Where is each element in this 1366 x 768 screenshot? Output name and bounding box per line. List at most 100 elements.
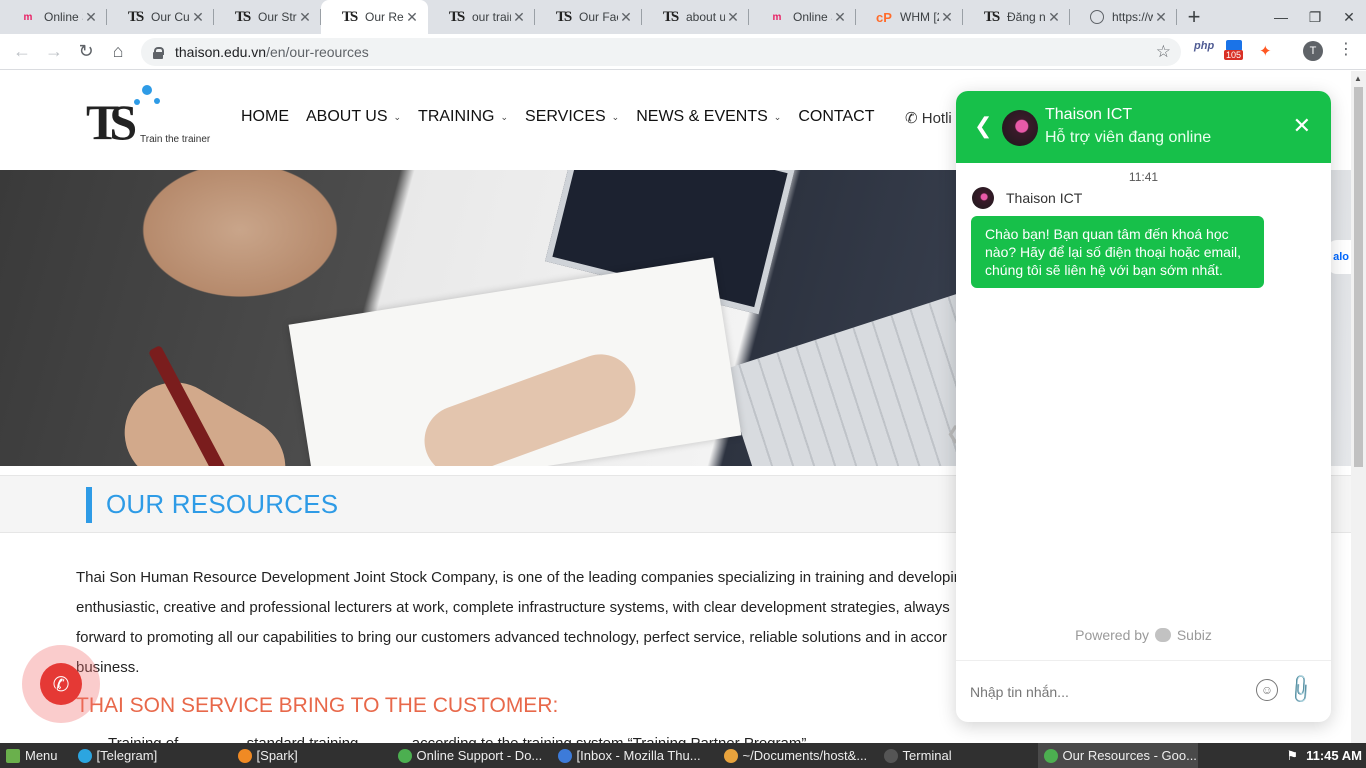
forward-button[interactable]: → xyxy=(38,36,70,68)
app-icon xyxy=(557,748,572,763)
tab-close-icon[interactable]: ✕ xyxy=(832,9,848,26)
page-scrollbar[interactable]: ▲ xyxy=(1351,71,1366,743)
agent-message-bubble: Chào bạn! Bạn quan tâm đến khoá học nào?… xyxy=(971,216,1264,288)
tab-close-icon[interactable]: ✕ xyxy=(1046,9,1062,26)
browser-tab[interactable]: TS Our Res✕ xyxy=(321,0,428,34)
close-window-icon[interactable]: ✕ xyxy=(1332,0,1366,34)
mint-logo-icon xyxy=(6,748,20,763)
browser-tab[interactable]: TS Our Stra✕ xyxy=(214,0,321,34)
minimize-icon[interactable]: — xyxy=(1264,0,1298,34)
nav-item-services[interactable]: SERVICES ⌄ xyxy=(525,108,619,126)
nav-item-training[interactable]: TRAINING ⌄ xyxy=(418,108,508,126)
paragraph-line: forward to promoting all our capabilitie… xyxy=(76,629,948,646)
nav-item-home[interactable]: HOME xyxy=(241,108,289,126)
intro-paragraph: Thai Son Human Resource Development Join… xyxy=(76,563,976,683)
php-extension-icon[interactable]: php xyxy=(1194,40,1214,52)
clock[interactable]: 11:45 AM xyxy=(1306,748,1362,763)
tab-close-icon[interactable]: ✕ xyxy=(939,9,955,26)
browser-tab[interactable]: TS Our Cus✕ xyxy=(107,0,214,34)
address-bar[interactable]: thaison.edu.vn/en/our-reources ☆ xyxy=(141,38,1181,66)
browser-tab[interactable]: TS our train✕ xyxy=(428,0,535,34)
maximize-icon[interactable]: ❐ xyxy=(1298,0,1332,34)
phone-icon: ✆ xyxy=(905,110,918,127)
browser-tab[interactable]: TS Our Fac✕ xyxy=(535,0,642,34)
taskbar-window-list: [Telegram] [Spark] Online Support - Do... [… xyxy=(72,743,1198,768)
app-icon xyxy=(237,748,252,763)
back-button[interactable]: ← xyxy=(6,36,38,68)
app-icon xyxy=(883,748,898,763)
taskbar-window-label: Our Resources - Goo... xyxy=(1062,748,1197,763)
tab-close-icon[interactable]: ✕ xyxy=(725,9,741,26)
cpanel-icon: cP xyxy=(876,9,892,25)
mail-extension-icon[interactable]: 105 xyxy=(1224,40,1246,60)
reload-button[interactable]: ↻ xyxy=(70,36,102,68)
taskbar-window[interactable]: Terminal xyxy=(878,743,1038,768)
ts-logo-mark: TS xyxy=(86,94,137,150)
browser-tab[interactable]: TS about u ✕ xyxy=(642,0,749,34)
browser-tab[interactable]: TS Đăng nh✕ xyxy=(963,0,1070,34)
tab-close-icon[interactable]: ✕ xyxy=(1153,9,1169,26)
emoji-icon[interactable]: ☺ xyxy=(1256,679,1278,701)
home-button[interactable]: ⌂ xyxy=(102,36,134,68)
attachment-icon[interactable]: 📎 xyxy=(1283,672,1318,707)
tab-close-icon[interactable]: ✕ xyxy=(190,9,206,26)
taskbar-window[interactable]: ~/Documents/host&... xyxy=(718,743,878,768)
mail-count-badge: 105 xyxy=(1224,50,1244,60)
app-icon xyxy=(723,748,738,763)
nav-item-news-events[interactable]: NEWS & EVENTS ⌄ xyxy=(636,108,781,126)
tab-close-icon[interactable]: ✕ xyxy=(297,9,313,26)
call-button[interactable]: ✆ xyxy=(40,663,82,705)
tab-close-icon[interactable]: ✕ xyxy=(404,9,420,26)
scroll-up-icon[interactable]: ▲ xyxy=(1354,74,1362,83)
browser-tab[interactable]: cP WHM [2✕ xyxy=(856,0,963,34)
browser-tab[interactable]: m Online S✕ xyxy=(0,0,107,34)
scrollbar-thumb[interactable] xyxy=(1354,87,1363,467)
taskbar-window[interactable]: [Telegram] xyxy=(72,743,232,768)
start-menu-button[interactable]: Menu xyxy=(0,743,64,768)
powered-by[interactable]: Powered by Subiz xyxy=(956,627,1331,643)
nav-item-contact[interactable]: CONTACT xyxy=(798,108,874,126)
url-path: /en/our-reources xyxy=(266,44,369,60)
notification-icon[interactable]: ⚑ xyxy=(1286,748,1298,764)
tab-title: Our Stra xyxy=(258,10,297,24)
logo-dot xyxy=(154,98,160,104)
browser-tab[interactable]: https://w ✕ xyxy=(1070,0,1177,34)
taskbar-window-label: [Telegram] xyxy=(96,748,158,763)
paragraph-line: business. xyxy=(76,659,140,676)
close-icon[interactable]: ✕ xyxy=(1293,113,1311,139)
nav-item-label: ABOUT US xyxy=(306,108,388,125)
browser-tab[interactable]: m Online S✕ xyxy=(749,0,856,34)
ts-icon: TS xyxy=(448,8,465,25)
chat-agent-status: Hỗ trợ viên đang online xyxy=(1045,129,1212,146)
taskbar-window[interactable]: [Spark] xyxy=(232,743,392,768)
new-tab-button[interactable]: + xyxy=(1177,0,1211,34)
tab-title: Our Cus xyxy=(151,10,190,24)
nav-item-label: NEWS & EVENTS xyxy=(636,108,768,125)
browser-menu-icon[interactable]: ⋮ xyxy=(1338,39,1354,59)
tab-title: WHM [2 xyxy=(900,10,939,24)
nav-item-label: HOME xyxy=(241,108,289,125)
tab-close-icon[interactable]: ✕ xyxy=(618,9,634,26)
nav-item-label: TRAINING xyxy=(418,108,495,125)
tab-close-icon[interactable]: ✕ xyxy=(83,9,99,26)
tab-close-icon[interactable]: ✕ xyxy=(511,9,527,26)
taskbar-window[interactable]: Online Support - Do... xyxy=(392,743,552,768)
nav-item-about-us[interactable]: ABOUT US ⌄ xyxy=(306,108,401,126)
tab-title: Online S xyxy=(44,10,83,24)
lock-icon xyxy=(153,46,164,59)
message-input[interactable] xyxy=(970,679,1250,705)
taskbar-window[interactable]: Our Resources - Goo... xyxy=(1037,743,1198,768)
bookmark-star-icon[interactable]: ☆ xyxy=(1156,42,1171,62)
tab-title: Đăng nh xyxy=(1007,10,1046,24)
back-icon[interactable]: ❮ xyxy=(974,113,992,139)
ts-icon: TS xyxy=(555,8,572,25)
hotline[interactable]: ✆ Hotli xyxy=(905,109,952,127)
tab-title: https://w xyxy=(1112,10,1153,24)
profile-avatar[interactable]: T xyxy=(1303,41,1323,61)
color-extension-icon[interactable]: ✦ xyxy=(1259,42,1272,60)
taskbar-window[interactable]: [Inbox - Mozilla Thu... xyxy=(552,743,718,768)
chevron-down-icon: ⌄ xyxy=(393,111,402,122)
hotline-label: Hotli xyxy=(921,110,952,127)
site-logo[interactable]: TS Train the trainer xyxy=(86,85,226,151)
agent-avatar xyxy=(972,187,994,209)
